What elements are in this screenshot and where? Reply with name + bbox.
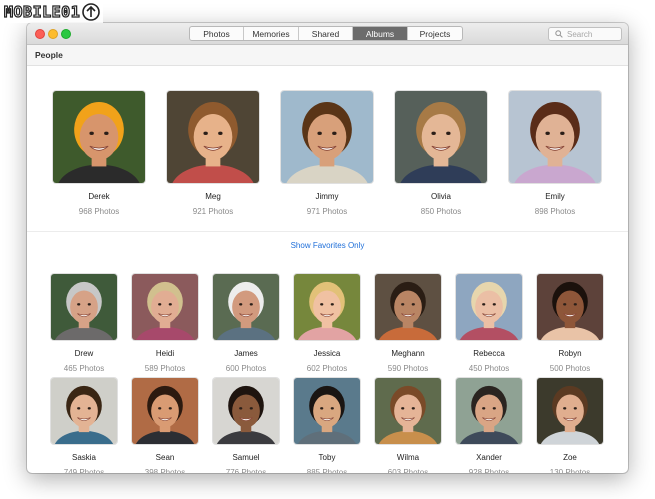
face-thumbnail[interactable] <box>51 378 117 444</box>
tab-photos[interactable]: Photos <box>190 27 244 40</box>
person-tile[interactable]: Meghann 590 Photos <box>375 274 441 373</box>
face-thumbnail[interactable] <box>456 378 522 444</box>
person-tile[interactable]: Emily 898 Photos <box>509 91 601 216</box>
watermark: MOBILE01 <box>2 1 104 23</box>
photo-count: 971 Photos <box>306 207 348 216</box>
person-name: Toby <box>318 453 336 462</box>
show-favorites-only-link[interactable]: Show Favorites Only <box>27 241 628 250</box>
person-name: Drew <box>74 349 94 358</box>
tab-projects[interactable]: Projects <box>408 27 462 40</box>
photo-count: 602 Photos <box>306 364 348 373</box>
person-name: Samuel <box>232 453 260 462</box>
person-tile[interactable]: James 600 Photos <box>213 274 279 373</box>
photo-count: 450 Photos <box>468 364 510 373</box>
photos-window: Photos Memories Shared Albums Projects S… <box>27 23 628 473</box>
person-name: Derek <box>88 192 110 201</box>
search-icon <box>555 30 563 38</box>
person-tile[interactable]: Rebecca 450 Photos <box>456 274 522 373</box>
person-name: Olivia <box>430 192 451 201</box>
person-tile[interactable]: Meg 921 Photos <box>167 91 259 216</box>
photo-count: 921 Photos <box>192 207 234 216</box>
photo-count: 928 Photos <box>468 468 510 473</box>
photo-count: 850 Photos <box>420 207 462 216</box>
photo-count: 885 Photos <box>306 468 348 473</box>
search-field[interactable]: Search <box>548 27 622 41</box>
section-header: People <box>27 45 628 66</box>
person-name: Rebecca <box>473 349 505 358</box>
zoom-button[interactable] <box>61 29 71 39</box>
view-tabs: Photos Memories Shared Albums Projects <box>189 26 463 41</box>
tab-shared[interactable]: Shared <box>299 27 353 40</box>
face-thumbnail[interactable] <box>213 378 279 444</box>
face-thumbnail[interactable] <box>294 274 360 340</box>
person-tile[interactable]: Zoe 130 Photos <box>537 378 603 473</box>
face-thumbnail[interactable] <box>537 378 603 444</box>
minimize-button[interactable] <box>48 29 58 39</box>
person-tile[interactable]: Wilma 603 Photos <box>375 378 441 473</box>
face-thumbnail[interactable] <box>213 274 279 340</box>
photo-count: 968 Photos <box>78 207 120 216</box>
photo-count: 130 Photos <box>549 468 591 473</box>
person-tile[interactable]: Drew 465 Photos <box>51 274 117 373</box>
face-thumbnail[interactable] <box>294 378 360 444</box>
person-tile[interactable]: Toby 885 Photos <box>294 378 360 473</box>
person-tile[interactable]: Heidi 589 Photos <box>132 274 198 373</box>
person-name: Heidi <box>155 349 175 358</box>
photo-count: 749 Photos <box>63 468 105 473</box>
person-name: James <box>234 349 258 358</box>
photo-count: 600 Photos <box>225 364 267 373</box>
face-thumbnail[interactable] <box>456 274 522 340</box>
divider <box>27 231 628 232</box>
face-thumbnail[interactable] <box>53 91 145 183</box>
face-thumbnail[interactable] <box>51 274 117 340</box>
photo-count: 589 Photos <box>144 364 186 373</box>
person-tile[interactable]: Saskia 749 Photos <box>51 378 117 473</box>
search-placeholder: Search <box>567 29 593 39</box>
person-name: Wilma <box>396 453 420 462</box>
photo-count: 898 Photos <box>534 207 576 216</box>
person-name: Jessica <box>313 349 341 358</box>
face-thumbnail[interactable] <box>375 378 441 444</box>
titlebar: Photos Memories Shared Albums Projects S… <box>27 23 628 45</box>
photo-count: 590 Photos <box>387 364 429 373</box>
face-thumbnail[interactable] <box>395 91 487 183</box>
person-name: Sean <box>155 453 175 462</box>
face-thumbnail[interactable] <box>375 274 441 340</box>
photo-count: 465 Photos <box>63 364 105 373</box>
face-thumbnail[interactable] <box>132 274 198 340</box>
close-button[interactable] <box>35 29 45 39</box>
tab-memories[interactable]: Memories <box>244 27 299 40</box>
photo-count: 500 Photos <box>549 364 591 373</box>
watermark-logo-icon <box>82 3 101 21</box>
photo-count: 776 Photos <box>225 468 267 473</box>
person-tile[interactable]: Jessica 602 Photos <box>294 274 360 373</box>
person-name: Zoe <box>563 453 577 462</box>
person-tile[interactable]: Xander 928 Photos <box>456 378 522 473</box>
face-thumbnail[interactable] <box>281 91 373 183</box>
person-name: Robyn <box>558 349 582 358</box>
person-tile[interactable]: Samuel 776 Photos <box>213 378 279 473</box>
person-name: Xander <box>476 453 502 462</box>
people-grid: Show Favorites Only Derek 968 Photos Meg 92… <box>27 66 628 473</box>
person-name: Meghann <box>391 349 425 358</box>
person-name: Emily <box>545 192 565 201</box>
person-tile[interactable]: Olivia 850 Photos <box>395 91 487 216</box>
person-name: Saskia <box>71 453 96 462</box>
section-title: People <box>35 50 63 60</box>
person-name: Meg <box>205 192 221 201</box>
face-thumbnail[interactable] <box>509 91 601 183</box>
person-tile[interactable]: Sean 398 Photos <box>132 378 198 473</box>
face-thumbnail[interactable] <box>537 274 603 340</box>
person-name: Jimmy <box>315 192 339 201</box>
tab-albums[interactable]: Albums <box>353 27 408 40</box>
photo-count: 398 Photos <box>144 468 186 473</box>
face-thumbnail[interactable] <box>167 91 259 183</box>
photo-count: 603 Photos <box>387 468 429 473</box>
person-tile[interactable]: Jimmy 971 Photos <box>281 91 373 216</box>
face-thumbnail[interactable] <box>132 378 198 444</box>
watermark-text: MOBILE01 <box>3 2 81 21</box>
person-tile[interactable]: Derek 968 Photos <box>53 91 145 216</box>
person-tile[interactable]: Robyn 500 Photos <box>537 274 603 373</box>
